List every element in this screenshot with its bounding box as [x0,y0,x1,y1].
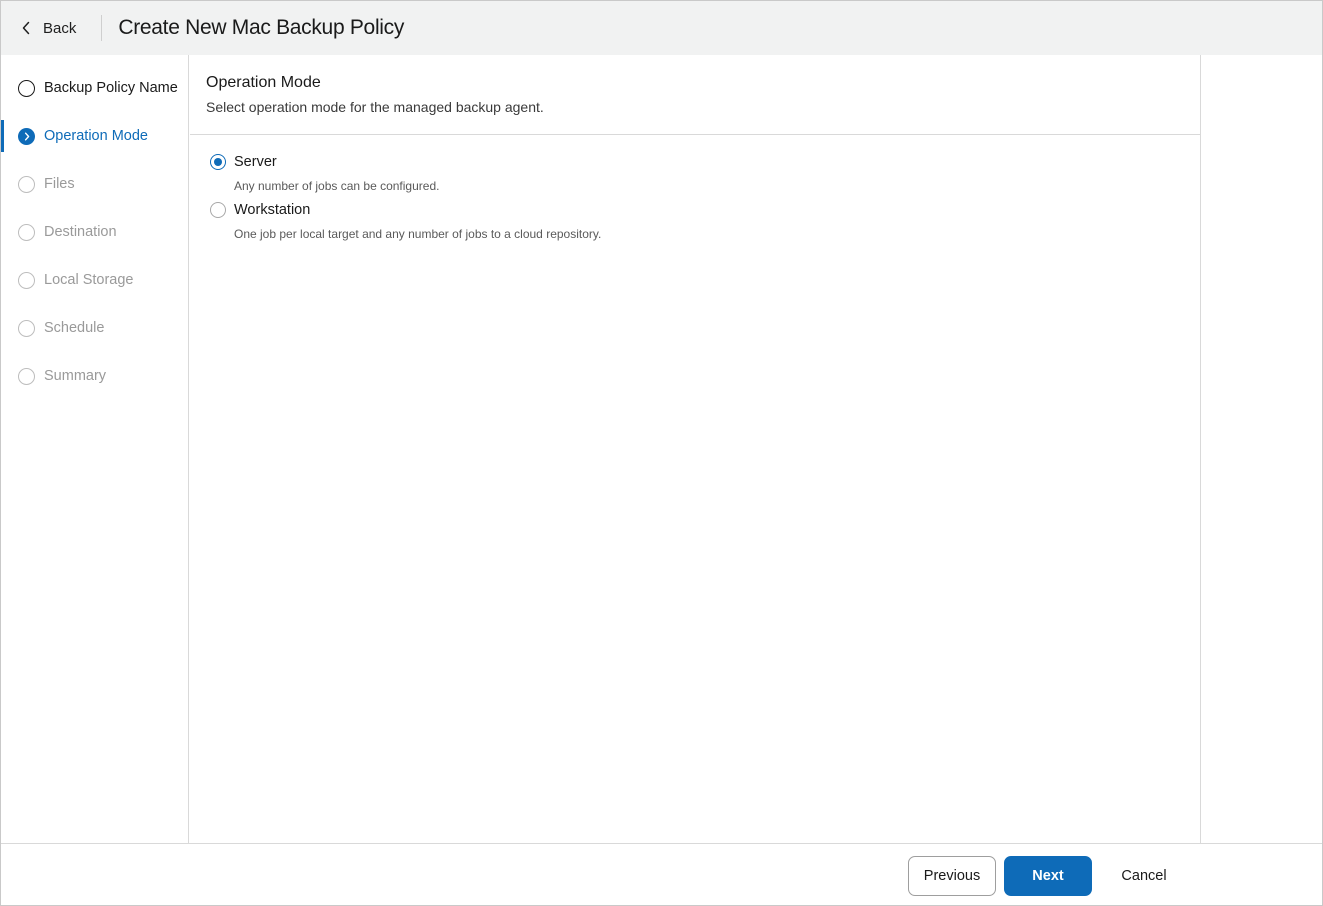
wizard-footer: Previous Next Cancel [1,843,1322,905]
step-label: Summary [44,368,107,384]
wizard-header: Back Create New Mac Backup Policy [1,1,1322,55]
section-title: Operation Mode [206,74,321,91]
step-circle-icon [18,223,35,241]
section-header: Operation Mode Select operation mode for… [190,55,1200,135]
step-summary[interactable]: Summary [1,352,188,400]
previous-button[interactable]: Previous [908,856,996,896]
workstation-radio-option[interactable]: Workstation [210,202,1200,218]
option-server: Server Any number of jobs can be configu… [210,154,1200,193]
step-label: Operation Mode [44,128,148,144]
step-circle-icon [18,175,35,193]
step-label: Local Storage [44,272,134,288]
step-destination[interactable]: Destination [1,208,188,256]
step-files[interactable]: Files [1,160,188,208]
cancel-button[interactable]: Cancel [1100,856,1188,896]
step-schedule[interactable]: Schedule [1,304,188,352]
step-label: Destination [44,224,117,240]
next-button[interactable]: Next [1004,856,1092,896]
step-operation-mode[interactable]: Operation Mode [1,112,188,160]
step-circle-icon [18,79,35,97]
back-label: Back [43,19,77,37]
chevron-right-icon [18,127,35,145]
step-circle-icon [18,271,35,289]
step-label: Backup Policy Name [44,80,178,96]
step-label: Files [44,176,75,192]
step-label: Schedule [44,320,105,336]
section-subtitle: Select operation mode for the managed ba… [206,99,544,115]
step-circle-icon [18,367,35,385]
page-title: Create New Mac Backup Policy [118,16,405,39]
wizard-window: Back Create New Mac Backup Policy Backup… [0,0,1323,906]
server-radio-option[interactable]: Server [210,154,1200,170]
step-content-panel: Operation Mode Select operation mode for… [190,55,1201,843]
step-circle-icon [18,319,35,337]
chevron-left-icon [21,21,31,35]
step-local-storage[interactable]: Local Storage [1,256,188,304]
server-label[interactable]: Server [234,154,277,170]
workstation-description: One job per local target and any number … [234,227,602,241]
header-divider [101,15,103,41]
workstation-label[interactable]: Workstation [234,202,310,218]
workstation-radio[interactable] [210,202,226,218]
step-backup-policy-name[interactable]: Backup Policy Name [1,64,188,112]
wizard-steps-sidebar: Backup Policy Name Operation Mode Files … [1,55,189,843]
back-button[interactable]: Back [1,1,101,55]
server-radio[interactable] [210,154,226,170]
operation-mode-radio-group: Server Any number of jobs can be configu… [190,135,1200,241]
server-description: Any number of jobs can be configured. [234,179,440,193]
option-workstation: Workstation One job per local target and… [210,202,1200,241]
